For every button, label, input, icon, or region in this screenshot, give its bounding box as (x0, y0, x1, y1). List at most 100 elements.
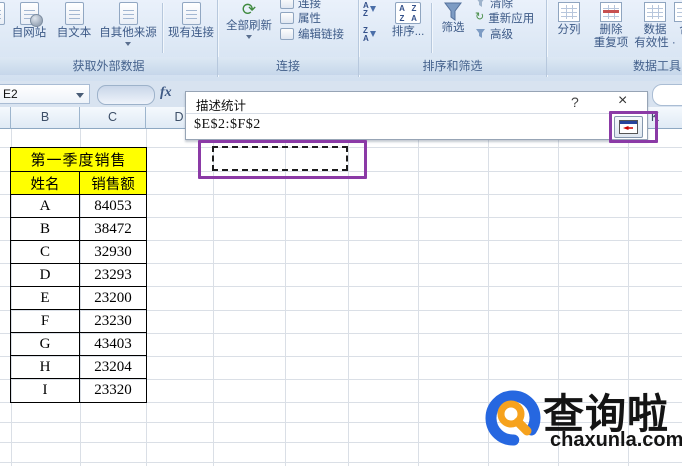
clipped-ribbon-button[interactable] (0, 2, 5, 27)
magnifier-logo-icon (484, 389, 542, 447)
table-row: C 32930 (11, 241, 146, 264)
cell-sales[interactable]: 84053 (80, 195, 146, 217)
remove-duplicates-icon (600, 2, 622, 22)
clear-filter-icon (475, 0, 486, 8)
formula-input-edge[interactable] (652, 84, 682, 106)
cell-name[interactable]: F (11, 310, 80, 332)
cell-sales[interactable]: 23204 (80, 356, 146, 378)
table-row: D 23293 (11, 264, 146, 287)
reapply-button[interactable]: ↻ 重新应用 (475, 11, 534, 24)
from-web-label: 自网站 (12, 27, 47, 40)
text-to-columns-button[interactable]: 分列 (552, 2, 586, 37)
filter-button[interactable]: 筛选 (435, 2, 471, 35)
cell-sales[interactable]: 23230 (80, 310, 146, 332)
connections-button[interactable]: 连接 (280, 0, 321, 9)
sales-table: 第一季度销售 姓名 销售额 A 84053 B 38472 C 32930 D … (10, 147, 147, 403)
group-label-data-tools: 数据工具 (547, 57, 682, 75)
cell-sales[interactable]: 38472 (80, 218, 146, 240)
group-label-get-external-data: 获取外部数据 (0, 57, 217, 75)
from-text-button[interactable]: 自文本 (52, 2, 96, 40)
table-header-name[interactable]: 姓名 (11, 172, 80, 194)
from-web-button[interactable]: 自网站 (6, 2, 52, 40)
divider (186, 113, 647, 114)
divider (162, 3, 163, 53)
cell-sales[interactable]: 43403 (80, 333, 146, 355)
table-row: E 23200 (11, 287, 146, 310)
dialog-title: 描述统计 (196, 95, 246, 114)
name-box-dropdown-icon[interactable] (76, 93, 84, 102)
close-icon[interactable]: × (618, 92, 627, 110)
column-header-B[interactable]: B (11, 107, 80, 129)
watermark-url: chaxunla.com (550, 429, 682, 452)
ribbon: 自网站 自文本 自其他来源 现有连接 获取外部数据 ⟳ 全部刷新 (0, 0, 682, 82)
table-header-sales[interactable]: 销售额 (80, 172, 146, 194)
sort-label: 排序... (392, 26, 425, 39)
cell-name[interactable]: G (11, 333, 80, 355)
from-other-sources-icon (119, 2, 138, 25)
cell-sales[interactable]: 23200 (80, 287, 146, 309)
sort-ascending-button[interactable]: AZ (363, 2, 376, 18)
formula-buttons-pill (97, 85, 155, 105)
consolidate-icon (674, 2, 682, 22)
clear-filter-button[interactable]: 清除 (475, 0, 513, 9)
gridline (213, 129, 214, 466)
properties-label: 属性 (298, 10, 321, 26)
cell-name[interactable]: I (11, 379, 80, 402)
connections-icon (280, 0, 294, 9)
sort-descending-button[interactable]: ZA (363, 27, 376, 43)
ribbon-group-sort-filter: AZ ZA AZ ZA 排序... 筛选 (359, 0, 546, 77)
existing-connections-button[interactable]: 现有连接 (166, 2, 216, 40)
cell-name[interactable]: A (11, 195, 80, 217)
filter-icon (444, 2, 462, 22)
from-other-sources-button[interactable]: 自其他来源 (97, 2, 159, 49)
consolidate-button[interactable]: 合 (675, 2, 682, 37)
from-web-icon (20, 2, 39, 25)
name-box[interactable]: E2 (0, 84, 90, 104)
sort-descending-icon (370, 31, 376, 40)
refresh-all-button[interactable]: ⟳ 全部刷新 (222, 0, 276, 42)
table-row: A 84053 (11, 195, 146, 218)
sort-button[interactable]: AZ ZA 排序... (387, 2, 429, 39)
advanced-filter-label: 高级 (490, 26, 513, 42)
cell-sales[interactable]: 23293 (80, 264, 146, 286)
existing-connections-label: 现有连接 (168, 27, 214, 40)
annotation-box-collapse-button (609, 111, 658, 143)
cell-name[interactable]: C (11, 241, 80, 263)
ribbon-group-connections: ⟳ 全部刷新 连接 属性 编辑链接 连接 (218, 0, 358, 77)
cell-name[interactable]: D (11, 264, 80, 286)
cell-name[interactable]: H (11, 356, 80, 378)
chevron-down-icon (246, 35, 252, 42)
ribbon-group-get-external-data: 自网站 自文本 自其他来源 现有连接 获取外部数据 (0, 0, 217, 77)
table-title-cell[interactable]: 第一季度销售 (11, 148, 146, 172)
group-label-sort-filter: 排序和筛选 (359, 57, 546, 75)
cell-name[interactable]: E (11, 287, 80, 309)
cell-sales[interactable]: 32930 (80, 241, 146, 263)
column-header-C[interactable]: C (80, 107, 146, 129)
ribbon-group-data-tools: 分列 删除 重复项 数据 有效性 · 合 数据工具 (547, 0, 682, 77)
remove-duplicates-label: 删除 (600, 24, 623, 37)
existing-connections-icon (182, 2, 201, 25)
sort-ascending-icon (370, 6, 376, 15)
column-header[interactable] (0, 107, 11, 129)
edit-links-button[interactable]: 编辑链接 (280, 27, 344, 40)
remove-duplicates-button[interactable]: 删除 重复项 (590, 2, 632, 50)
advanced-filter-icon (475, 28, 486, 39)
data-validation-icon (644, 2, 666, 22)
chevron-down-icon (125, 42, 131, 49)
help-icon[interactable]: ? (571, 94, 579, 110)
range-input[interactable]: $E$2:$F$2 (194, 117, 261, 133)
table-row: G 43403 (11, 333, 146, 356)
descriptive-statistics-dialog: 描述统计 ? × $E$2:$F$2 (185, 91, 648, 140)
table-row: F 23230 (11, 310, 146, 333)
gridline (348, 129, 349, 466)
fx-icon[interactable]: fx (160, 85, 172, 101)
advanced-filter-button[interactable]: 高级 (475, 27, 513, 40)
data-validation-button[interactable]: 数据 有效性 · (634, 2, 676, 50)
sort-icon: AZ ZA (395, 2, 421, 24)
text-to-columns-icon (558, 2, 580, 22)
cell-name[interactable]: B (11, 218, 80, 240)
properties-button[interactable]: 属性 (280, 11, 321, 24)
excel-window: 自网站 自文本 自其他来源 现有连接 获取外部数据 ⟳ 全部刷新 (0, 0, 682, 466)
refresh-all-label: 全部刷新 (226, 20, 272, 33)
cell-sales[interactable]: 23320 (80, 379, 146, 402)
